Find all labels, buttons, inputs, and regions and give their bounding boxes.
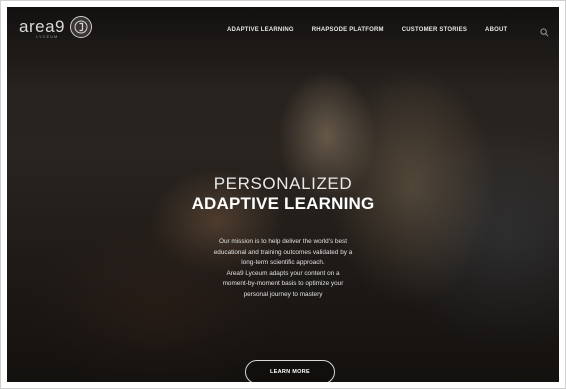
nav-item-about[interactable]: ABOUT — [485, 27, 507, 33]
browser-frame: area9 LYCEUM ADAPTIVE LEARNING RHAPSODE … — [0, 0, 566, 389]
top-navigation-bar: area9 LYCEUM ADAPTIVE LEARNING RHAPSODE … — [7, 7, 559, 51]
logo-wordmark: area9 — [19, 17, 65, 36]
nav-item-adaptive-learning[interactable]: ADAPTIVE LEARNING — [227, 27, 294, 33]
hero-description: Our mission is to help deliver the world… — [7, 237, 559, 301]
hero-section: area9 LYCEUM ADAPTIVE LEARNING RHAPSODE … — [7, 7, 559, 382]
hero-description-line: Area9 Lyceum adapts your content on a — [226, 269, 340, 277]
search-icon[interactable] — [540, 24, 549, 42]
hero-description-line: moment-by-moment basis to optimize your — [222, 280, 344, 288]
main-nav: ADAPTIVE LEARNING RHAPSODE PLATFORM CUST… — [227, 27, 507, 33]
logo-emblem-icon — [69, 16, 92, 38]
nav-item-rhapsode-platform[interactable]: RHAPSODE PLATFORM — [312, 27, 384, 33]
hero-title-line-1: PERSONALIZED — [213, 174, 353, 193]
hero-description-line: personal journey to mastery — [243, 290, 323, 298]
hero-description-line: Our mission is to help deliver the world… — [218, 238, 348, 245]
hero-title: PERSONALIZED ADAPTIVE LEARNING — [7, 175, 559, 215]
logo-subtitle: LYCEUM — [36, 34, 59, 39]
learn-more-button[interactable]: LEARN MORE — [245, 360, 335, 382]
site-logo[interactable]: area9 LYCEUM — [19, 16, 92, 39]
hero-description-line: educational and training outcomes valida… — [213, 248, 353, 256]
hero-description-line: long-term scientific approach. — [241, 259, 325, 267]
hero-title-line-2: ADAPTIVE LEARNING — [191, 194, 375, 213]
nav-item-customer-stories[interactable]: CUSTOMER STORIES — [402, 27, 467, 33]
